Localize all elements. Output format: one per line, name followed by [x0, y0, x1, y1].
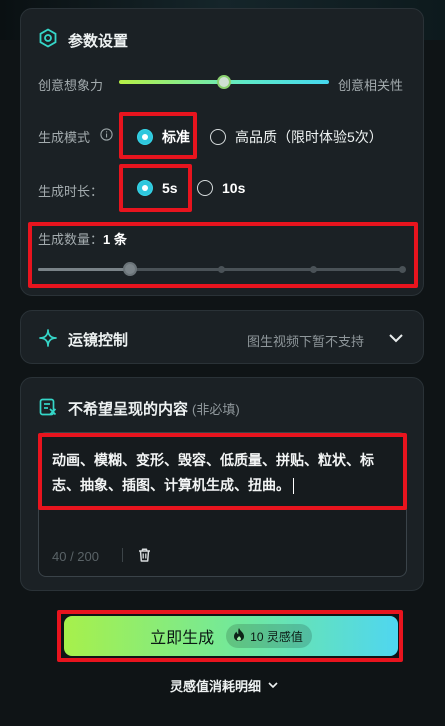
count-tick-3 [310, 266, 317, 273]
negative-optional: (非必填) [192, 402, 240, 417]
radio-selected-icon[interactable] [137, 180, 153, 196]
creativity-left-label: 创意想象力 [38, 78, 104, 93]
cost-text: 10 灵感值 [250, 629, 303, 644]
creativity-slider-knob[interactable] [217, 75, 231, 89]
negative-title: 不希望呈现的内容 [68, 401, 189, 418]
camera-move-icon [38, 328, 58, 353]
count-row: 生成数量：1 条 [38, 229, 127, 248]
flame-icon [232, 627, 246, 645]
mode-option-high-quality-label: 高品质（限时体验5次） [235, 129, 383, 145]
count-tick-4 [399, 266, 406, 273]
chevron-down-icon[interactable] [388, 331, 404, 349]
counter-divider [122, 548, 123, 562]
count-value: 1 条 [103, 232, 127, 247]
duration-option-5s-label: 5s [162, 180, 178, 196]
cost-detail-link[interactable]: 灵感值消耗明细 [170, 676, 279, 695]
negative-prompt-text[interactable]: 动画、模糊、变形、毁容、低质量、拼贴、粒状、标志、抽象、插图、计算机生成、扭曲。 [52, 448, 396, 498]
duration-option-10s-label: 10s [222, 180, 246, 196]
radio-unselected-icon[interactable] [210, 129, 226, 145]
duration-option-10s[interactable]: 10s [197, 180, 245, 196]
trash-icon[interactable] [137, 547, 152, 568]
mode-option-standard[interactable]: 标准 [137, 127, 190, 147]
generate-button-label: 立即生成 [150, 630, 215, 647]
info-icon[interactable] [100, 128, 113, 146]
chevron-down-icon [267, 678, 279, 693]
generate-button[interactable]: 立即生成 10 灵感值 [64, 616, 398, 656]
camera-note: 图生视频下暂不支持 [247, 334, 365, 349]
creativity-right-label: 创意相关性 [338, 78, 404, 93]
cost-badge: 10 灵感值 [226, 624, 312, 648]
settings-title: 参数设置 [68, 33, 129, 50]
duration-option-5s[interactable]: 5s [137, 180, 178, 196]
mode-option-high-quality[interactable]: 高品质（限时体验5次） [210, 127, 383, 147]
mode-option-standard-label: 标准 [162, 129, 190, 145]
mode-label: 生成模式 [38, 130, 91, 145]
edit-list-icon [38, 397, 58, 422]
count-label: 生成数量： [38, 232, 104, 247]
radio-unselected-icon[interactable] [197, 180, 213, 196]
camera-title: 运镜控制 [68, 332, 129, 349]
count-slider-knob[interactable] [123, 262, 137, 276]
cost-detail-label: 灵感值消耗明细 [170, 679, 262, 694]
char-counter: 40 / 200 [52, 549, 99, 564]
negative-prompt-content: 动画、模糊、变形、毁容、低质量、拼贴、粒状、标志、抽象、插图、计算机生成、扭曲。 [52, 452, 374, 493]
count-slider-fill [38, 268, 130, 271]
text-cursor [293, 478, 294, 495]
negative-header: 不希望呈现的内容 (非必填) [68, 398, 240, 419]
radio-selected-icon[interactable] [137, 129, 153, 145]
duration-label: 生成时长： [38, 184, 104, 199]
hexagon-settings-icon [38, 28, 58, 53]
settings-header: 参数设置 [38, 28, 128, 53]
count-tick-2 [218, 266, 225, 273]
